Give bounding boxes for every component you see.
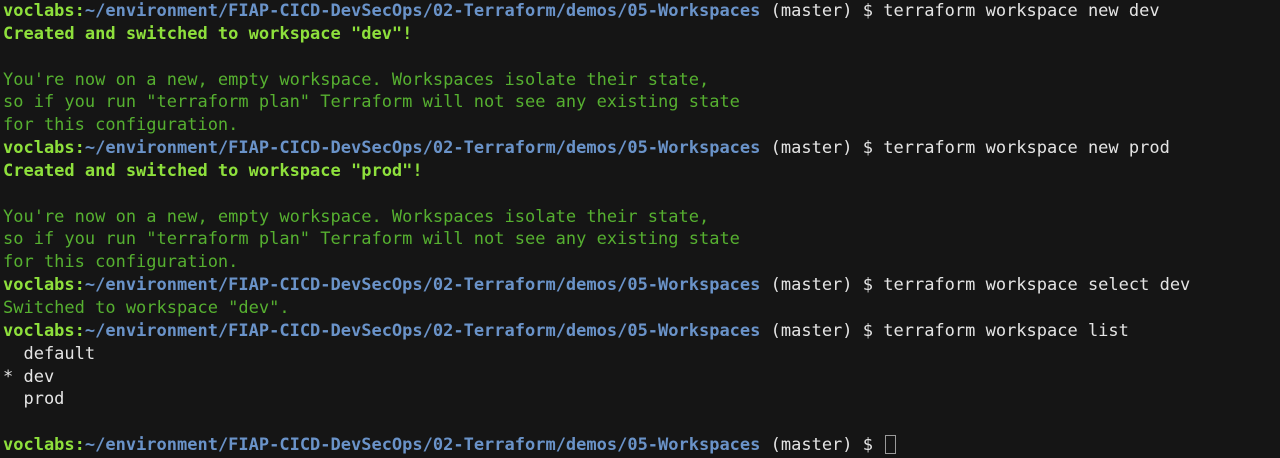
- output-text: for this configuration.: [3, 252, 239, 273]
- prompt-path: ~/environment/FIAP-CICD-DevSecOps/02-Ter…: [84, 1, 761, 21]
- command-text: terraform workspace select dev: [883, 275, 1191, 296]
- prompt-path: ~/environment/FIAP-CICD-DevSecOps/02-Ter…: [84, 320, 761, 341]
- output-line: * dev: [3, 366, 1280, 389]
- output-text: so if you run "terraform plan" Terraform…: [3, 92, 740, 113]
- prompt-user: voclabs:: [3, 320, 85, 341]
- output-text: for this configuration.: [3, 115, 239, 136]
- prompt-symbol: $: [862, 138, 884, 159]
- output-line: default: [3, 343, 1280, 366]
- prompt-line: voclabs:~/environment/FIAP-CICD-DevSecOp…: [3, 137, 1280, 160]
- prompt-user: voclabs:: [3, 435, 85, 456]
- output-line: so if you run "terraform plan" Terraform…: [3, 228, 1280, 251]
- terminal-window[interactable]: voclabs:~/environment/FIAP-CICD-DevSecOp…: [0, 0, 1280, 458]
- prompt-branch: (master): [760, 138, 863, 159]
- output-text: Created and switched to workspace "prod"…: [3, 160, 423, 181]
- prompt-branch: (master): [760, 275, 863, 296]
- command-text: terraform workspace list: [883, 320, 1129, 341]
- text-cursor[interactable]: [885, 435, 897, 455]
- prompt-line: voclabs:~/environment/FIAP-CICD-DevSecOp…: [3, 320, 1280, 343]
- output-text: default: [3, 343, 96, 364]
- prompt-branch: (master): [760, 435, 863, 456]
- prompt-symbol: $: [862, 1, 884, 21]
- output-line: for this configuration.: [3, 114, 1280, 137]
- output-line: so if you run "terraform plan" Terraform…: [3, 91, 1280, 114]
- prompt-line: voclabs:~/environment/FIAP-CICD-DevSecOp…: [3, 434, 1280, 457]
- prompt-symbol: $: [862, 435, 884, 456]
- prompt-user: voclabs:: [3, 1, 85, 21]
- output-text: prod: [3, 389, 65, 410]
- output-line: prod: [3, 388, 1280, 411]
- output-line: Created and switched to workspace "prod"…: [3, 160, 1280, 183]
- output-text: Switched to workspace "dev".: [3, 297, 290, 318]
- command-text: terraform workspace new prod: [883, 138, 1170, 159]
- output-line: You're now on a new, empty workspace. Wo…: [3, 69, 1280, 92]
- prompt-symbol: $: [862, 320, 884, 341]
- output-text: so if you run "terraform plan" Terraform…: [3, 229, 740, 250]
- prompt-symbol: $: [862, 275, 884, 296]
- prompt-branch: (master): [760, 320, 863, 341]
- output-text: You're now on a new, empty workspace. Wo…: [3, 206, 710, 227]
- output-text: You're now on a new, empty workspace. Wo…: [3, 69, 710, 90]
- prompt-user: voclabs:: [3, 138, 85, 159]
- output-line: You're now on a new, empty workspace. Wo…: [3, 206, 1280, 229]
- output-line: Created and switched to workspace "dev"!: [3, 23, 1280, 46]
- prompt-path: ~/environment/FIAP-CICD-DevSecOps/02-Ter…: [84, 138, 761, 159]
- command-text: terraform workspace new dev: [883, 1, 1160, 21]
- output-text: * dev: [3, 366, 55, 387]
- output-line: for this configuration.: [3, 251, 1280, 274]
- prompt-line: voclabs:~/environment/FIAP-CICD-DevSecOp…: [3, 0, 1280, 23]
- prompt-path: ~/environment/FIAP-CICD-DevSecOps/02-Ter…: [84, 435, 761, 456]
- prompt-user: voclabs:: [3, 275, 85, 296]
- prompt-path: ~/environment/FIAP-CICD-DevSecOps/02-Ter…: [84, 275, 761, 296]
- prompt-branch: (master): [760, 1, 863, 21]
- prompt-line: voclabs:~/environment/FIAP-CICD-DevSecOp…: [3, 274, 1280, 297]
- output-line: Switched to workspace "dev".: [3, 297, 1280, 320]
- output-text: Created and switched to workspace "dev"!: [3, 23, 413, 44]
